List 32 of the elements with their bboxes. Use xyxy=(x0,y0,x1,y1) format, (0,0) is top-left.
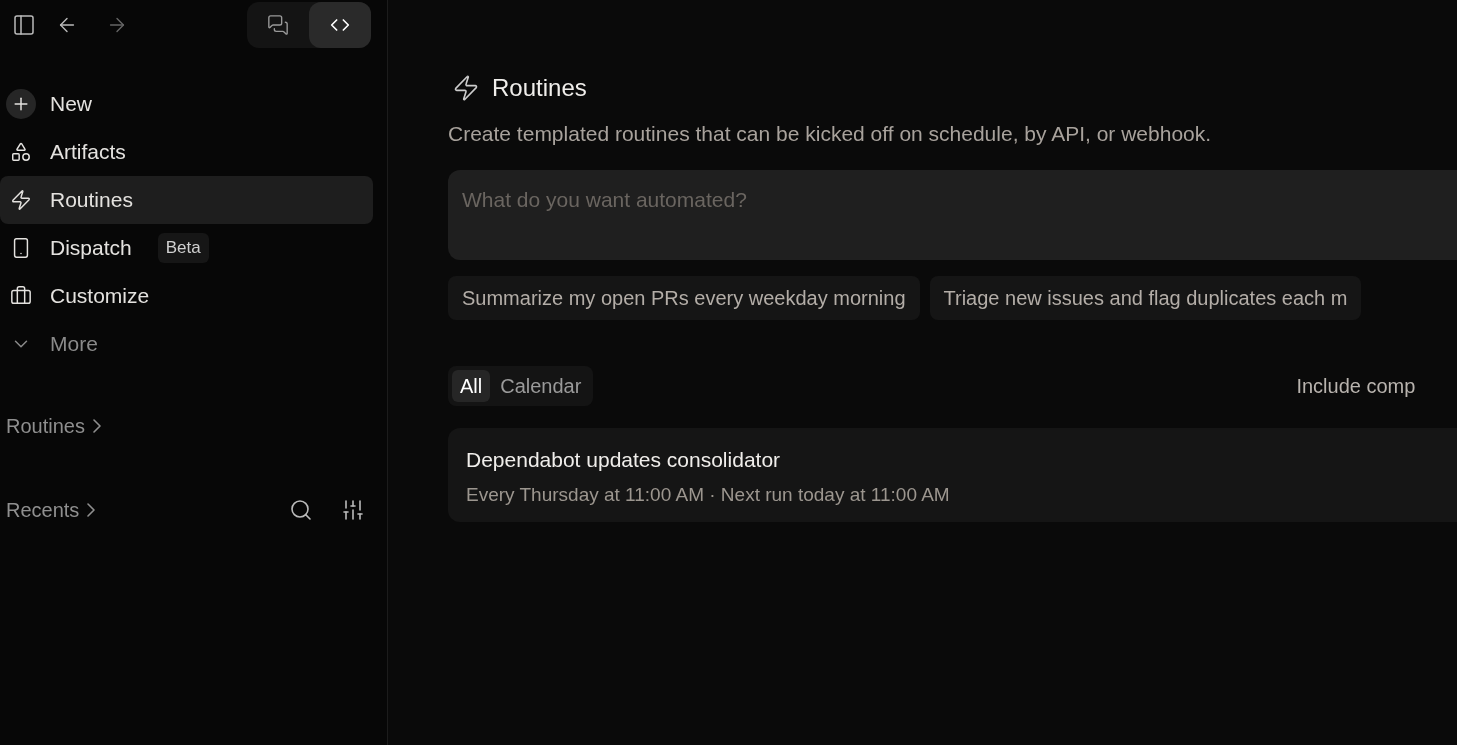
routine-card[interactable]: Dependabot updates consolidator Every Thursday at 11:00 AM · Next run today at 11:00 AM xyxy=(448,427,1457,522)
routine-schedule: Every Thursday at 11:00 AM · Next run today at 11:00 AM xyxy=(466,483,951,507)
routine-name: Dependabot updates consolidator xyxy=(466,446,782,473)
nav-item[interactable]: New xyxy=(0,80,373,128)
nav-item[interactable]: Dispatch Beta xyxy=(0,224,373,272)
lightning-icon xyxy=(452,74,480,102)
shapes-icon xyxy=(10,141,32,163)
beta-badge: Beta xyxy=(157,233,209,263)
suggestion-chip[interactable]: Summarize my open PRs every weekday morning xyxy=(448,275,920,320)
prompt-field[interactable]: What do you want automated? xyxy=(448,169,1457,260)
view-tab[interactable]: Calendar xyxy=(492,369,590,402)
chevron-right-icon xyxy=(92,419,101,433)
view-tab[interactable]: All xyxy=(452,369,491,402)
nav-item[interactable]: Artifacts xyxy=(0,128,373,176)
plus-icon xyxy=(6,89,36,119)
nav-item[interactable]: More xyxy=(0,320,373,368)
nav-item[interactable]: Customize xyxy=(0,272,373,320)
briefcase-icon xyxy=(10,285,32,307)
sidebar-toggle-icon[interactable] xyxy=(12,13,36,37)
search-icon[interactable] xyxy=(289,498,313,522)
lightning-icon xyxy=(10,189,32,211)
mode-tab[interactable] xyxy=(309,2,371,48)
page-title: Routines xyxy=(492,73,587,103)
filter-icon[interactable] xyxy=(341,498,365,522)
chat-icon xyxy=(267,14,289,36)
suggestion-chip[interactable]: Triage new issues and flag duplicates each m xyxy=(929,275,1362,320)
nav-item[interactable]: Routines xyxy=(0,176,373,224)
page-description: Create templated routines that can be kicked off on schedule, by API, or webhook. xyxy=(448,121,1213,147)
chevron-right-icon xyxy=(87,503,96,517)
include-completed-toggle[interactable]: Include comp xyxy=(1296,370,1416,401)
section-header[interactable]: Routines xyxy=(6,411,101,441)
section-header[interactable]: Recents xyxy=(6,495,96,525)
